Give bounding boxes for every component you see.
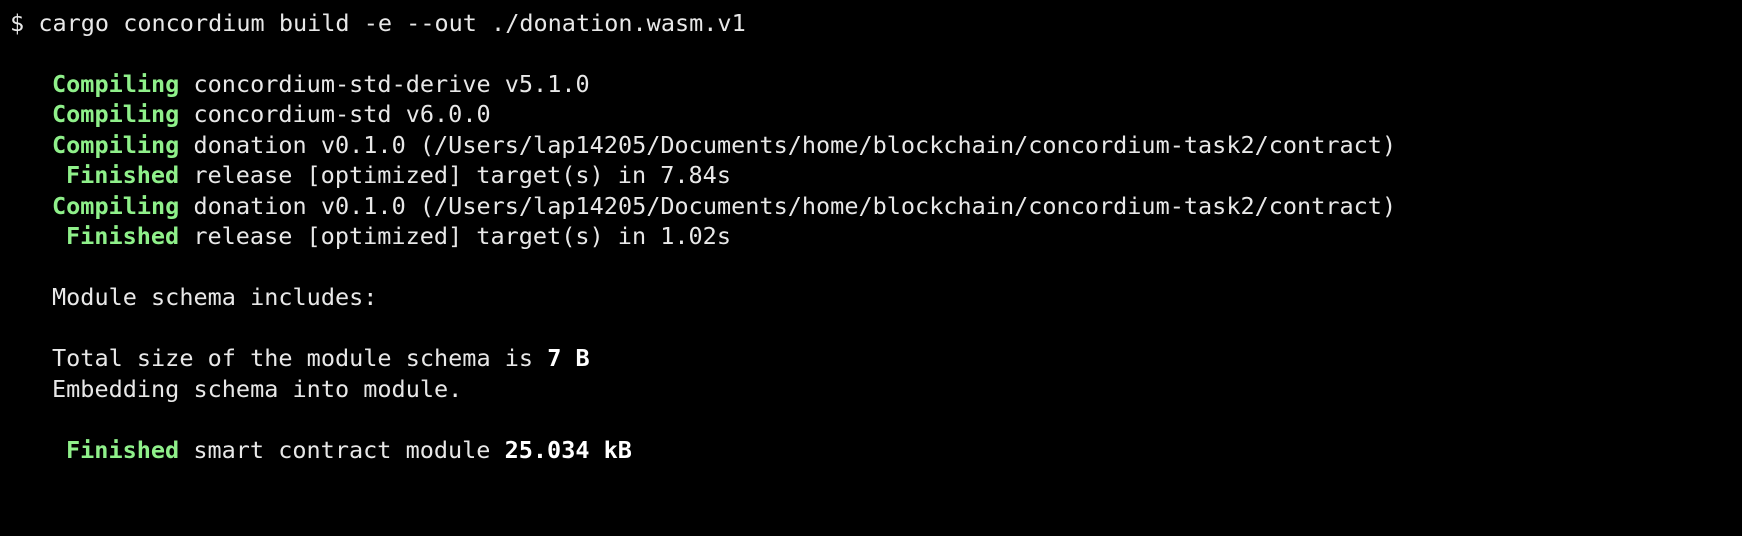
status-label: Finished: [66, 161, 180, 189]
status-text: donation v0.1.0 (/Users/lap14205/Documen…: [193, 192, 1397, 220]
status-text: release [optimized] target(s) in 1.02s: [193, 222, 731, 250]
status-label: Compiling: [52, 100, 180, 128]
schema-size-value: 7 B: [547, 344, 590, 372]
command-text: cargo concordium build -e --out ./donati…: [38, 9, 746, 37]
schema-heading: Module schema includes:: [52, 283, 378, 311]
command-line: $ cargo concordium build -e --out ./dona…: [10, 6, 746, 40]
output-line: Compiling concordium-std v6.0.0: [52, 97, 491, 131]
output-line: Finished release [optimized] target(s) i…: [66, 219, 731, 253]
status-label: Finished: [66, 222, 180, 250]
status-text: donation v0.1.0 (/Users/lap14205/Documen…: [193, 131, 1397, 159]
status-text: concordium-std v6.0.0: [193, 100, 491, 128]
status-label: Compiling: [52, 131, 180, 159]
output-line: Compiling donation v0.1.0 (/Users/lap142…: [52, 128, 1396, 162]
final-line: Finished smart contract module 25.034 kB: [66, 433, 632, 467]
output-line: Compiling concordium-std-derive v5.1.0: [52, 67, 590, 101]
prompt-symbol: $: [10, 9, 25, 37]
status-text: concordium-std-derive v5.1.0: [193, 70, 590, 98]
status-label: Compiling: [52, 192, 180, 220]
schema-size-line: Total size of the module schema is 7 B: [52, 341, 590, 375]
previous-prompt-line: [0, 0, 1060, 4]
status-label: Finished: [66, 436, 180, 464]
output-line: Compiling donation v0.1.0 (/Users/lap142…: [52, 189, 1396, 223]
schema-size-prefix: Total size of the module schema is: [52, 344, 548, 372]
final-text: smart contract module: [193, 436, 505, 464]
output-line: Finished release [optimized] target(s) i…: [66, 158, 731, 192]
module-size-value: 25.034 kB: [504, 436, 632, 464]
status-label: Compiling: [52, 70, 180, 98]
embedding-line: Embedding schema into module.: [52, 375, 463, 403]
status-text: release [optimized] target(s) in 7.84s: [193, 161, 731, 189]
